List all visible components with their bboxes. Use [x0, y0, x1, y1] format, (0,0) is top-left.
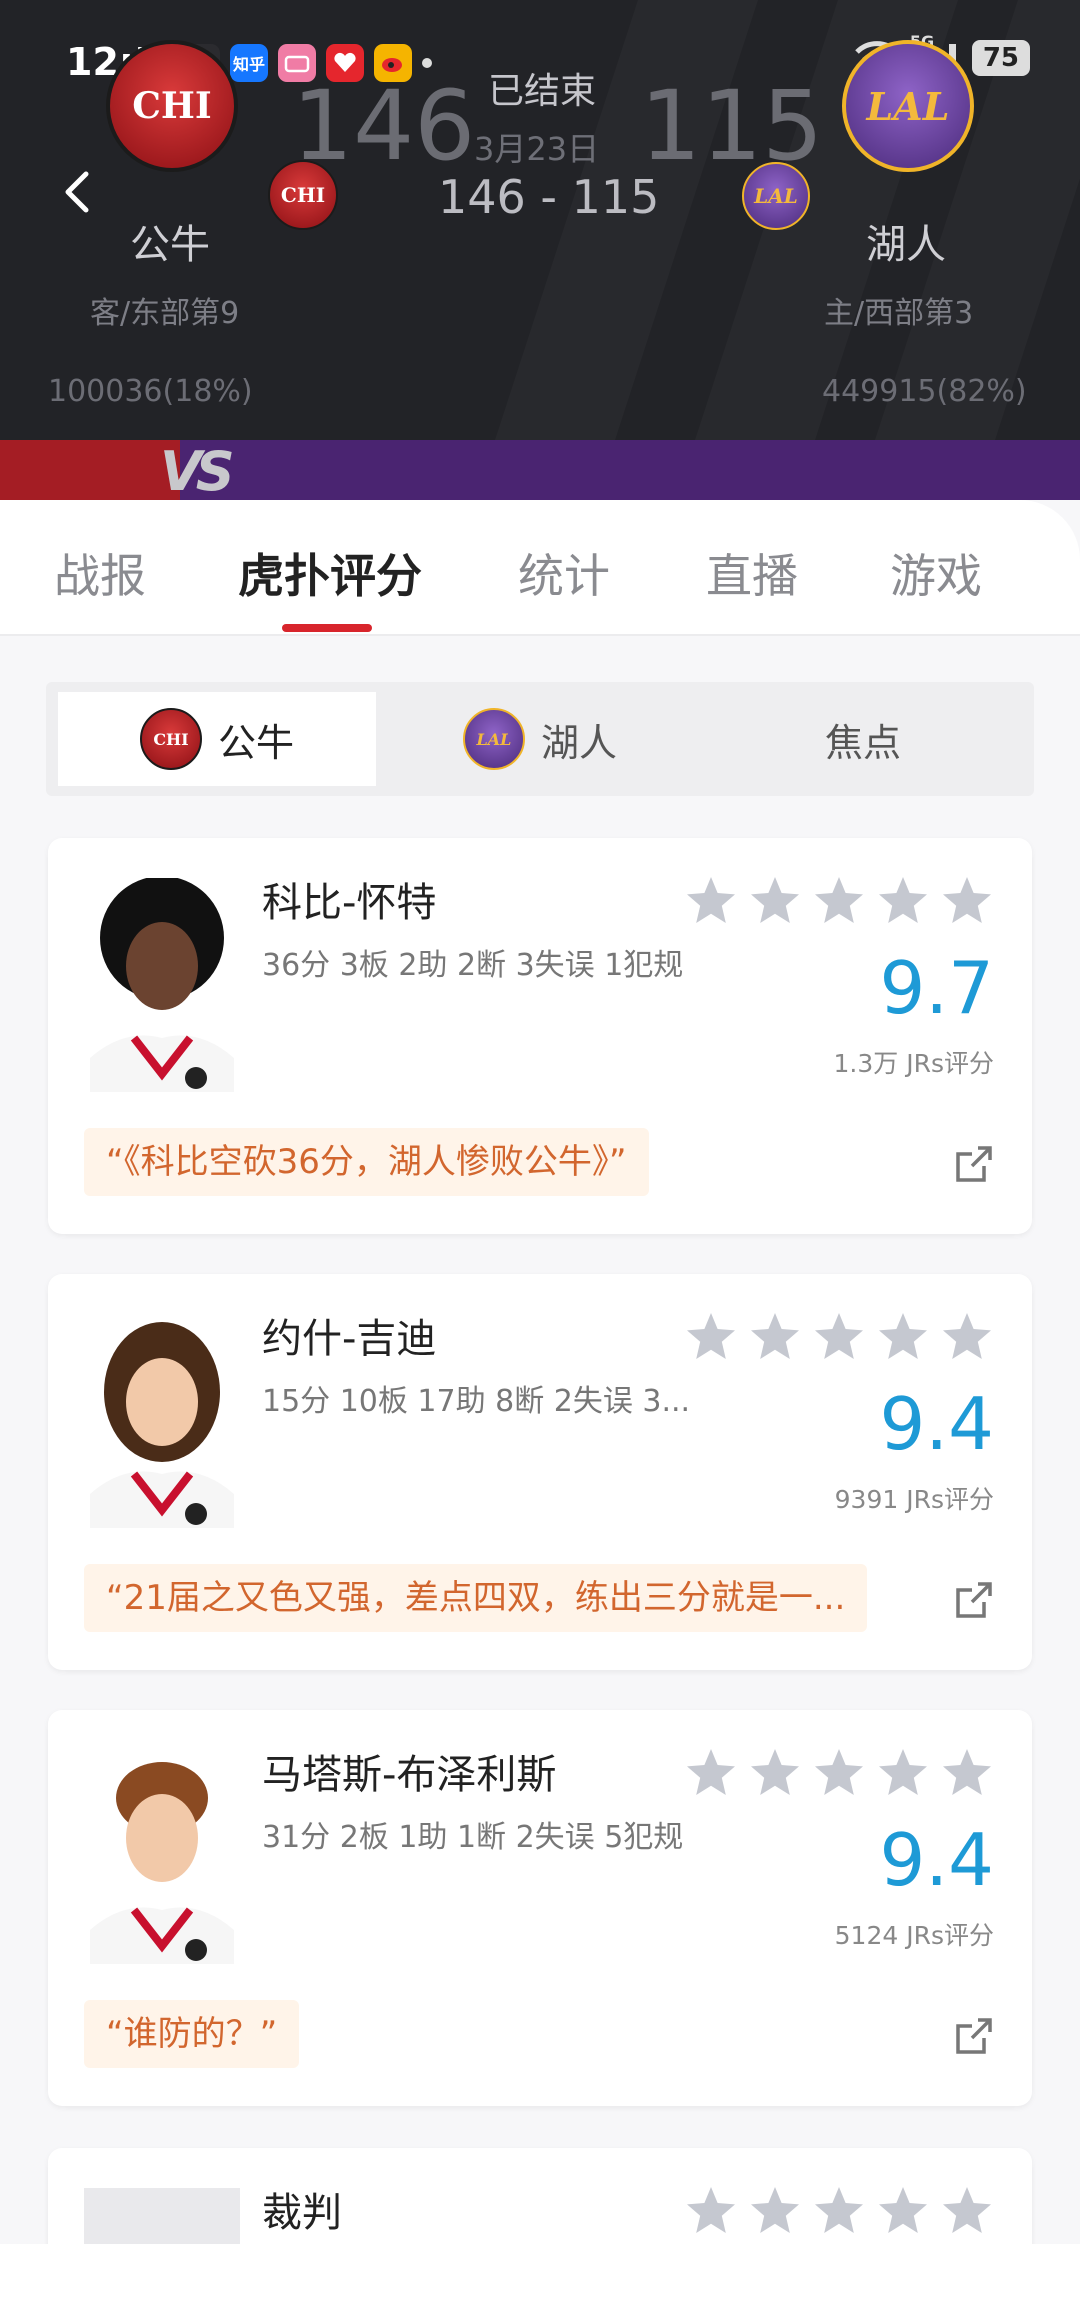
segment-bulls[interactable]: CHI 公牛 — [58, 692, 376, 786]
player-avatar — [84, 1314, 240, 1528]
home-team-logo[interactable]: LAL — [842, 40, 974, 172]
game-header: 12:59 知乎 5G 75 CHI 公 — [0, 0, 1080, 500]
player-card[interactable]: 马塔斯-布泽利斯 31分 2板 1助 1断 2失误 5犯规 9.4 5124 JRs评… — [48, 1710, 1032, 2106]
player-name: 科比-怀特 — [262, 880, 437, 926]
player-name: 马塔斯-布泽利斯 — [262, 1752, 557, 1798]
battery-indicator: 75 — [971, 40, 1030, 76]
zhihu-icon: 知乎 — [230, 44, 268, 82]
bulls-logo-icon: CHI — [139, 708, 202, 770]
star-icon[interactable] — [876, 1746, 930, 1800]
game-status: 已结束 — [488, 71, 597, 112]
tab-hupu-rating[interactable]: 虎扑评分 — [238, 540, 422, 606]
star-icon[interactable] — [748, 2184, 802, 2238]
share-icon[interactable] — [954, 2016, 994, 2056]
star-icon[interactable] — [876, 874, 930, 928]
away-team-votes: 100036(18%) — [48, 374, 253, 409]
tab-battle-report[interactable]: 战报 — [54, 540, 146, 606]
player-stats: 31分 2板 1助 1断 2失误 5犯规 — [262, 1820, 684, 1855]
segment-lakers[interactable]: LAL 湖人 — [376, 692, 704, 786]
star-icon[interactable] — [748, 1746, 802, 1800]
home-team-votes: 449915(82%) — [822, 374, 1027, 409]
vs-label: VS — [160, 440, 235, 500]
star-icon[interactable] — [812, 2184, 866, 2238]
system-nav-bar — [0, 2244, 1080, 2301]
star-icon[interactable] — [876, 1310, 930, 1364]
active-tab-indicator — [282, 624, 372, 632]
segment-label: 公牛 — [217, 720, 294, 765]
rating-stars[interactable] — [684, 1310, 994, 1364]
star-icon[interactable] — [684, 2184, 738, 2238]
game-date: 3月23日 — [474, 130, 600, 168]
player-score: 9.4 — [879, 1818, 994, 1902]
player-card[interactable]: 科比-怀特 36分 3板 2助 2断 3失误 1犯规 9.7 1.3万 JRs评分 “《… — [48, 838, 1032, 1234]
compact-away-logo: CHI — [268, 160, 338, 230]
back-arrow-icon[interactable] — [56, 170, 100, 214]
tab-live[interactable]: 直播 — [706, 540, 798, 606]
rating-count: 9391 JRs评分 — [834, 1485, 994, 1514]
rating-stars[interactable] — [684, 1746, 994, 1800]
rating-count: 5124 JRs评分 — [834, 1921, 994, 1950]
player-avatar — [84, 1750, 240, 1964]
player-avatar — [84, 878, 240, 1092]
top-comment[interactable]: “《科比空砍36分，湖人惨败公牛》” — [84, 1128, 649, 1196]
star-icon[interactable] — [684, 874, 738, 928]
rating-count: 1.3万 JRs评分 — [833, 1049, 994, 1078]
star-icon[interactable] — [812, 874, 866, 928]
star-icon[interactable] — [876, 2184, 930, 2238]
player-card[interactable]: 约什-吉迪 15分 10板 17助 8断 2失误 3... 9.4 9391 JRs评… — [48, 1274, 1032, 1670]
share-icon[interactable] — [954, 1144, 994, 1184]
away-vote-bar — [0, 440, 180, 500]
star-icon[interactable] — [812, 1310, 866, 1364]
home-vote-bar — [180, 440, 1080, 500]
player-score: 9.7 — [879, 946, 994, 1030]
tab-stats[interactable]: 统计 — [518, 540, 610, 606]
team-segment-control: CHI 公牛 LAL 湖人 焦点 — [46, 682, 1034, 796]
main-tabs: 战报 虎扑评分 统计 直播 游戏 — [0, 500, 1080, 636]
home-team-name: 湖人 — [866, 222, 946, 268]
star-icon[interactable] — [684, 1746, 738, 1800]
star-icon[interactable] — [940, 1746, 994, 1800]
star-icon[interactable] — [940, 2184, 994, 2238]
star-icon[interactable] — [748, 1310, 802, 1364]
tab-game[interactable]: 游戏 — [890, 540, 982, 606]
star-icon[interactable] — [812, 1746, 866, 1800]
share-icon[interactable] — [954, 1580, 994, 1620]
star-icon[interactable] — [940, 1310, 994, 1364]
top-comment[interactable]: “谁防的？” — [84, 2000, 300, 2068]
rating-stars[interactable] — [684, 2184, 994, 2238]
home-team-rank: 主/西部第3 — [824, 296, 974, 331]
top-comment[interactable]: “21届之又色又强，差点四双，练出三分就是一... — [84, 1564, 868, 1632]
compact-score: 146 - 115 — [438, 170, 660, 224]
away-team-rank: 客/东部第9 — [90, 296, 240, 331]
lakers-logo-icon: LAL — [462, 708, 525, 770]
segment-label: 湖人 — [540, 720, 617, 765]
player-score: 9.4 — [879, 1382, 994, 1466]
away-team-logo[interactable]: CHI — [106, 40, 238, 172]
rating-stars[interactable] — [684, 874, 994, 928]
star-icon[interactable] — [940, 874, 994, 928]
player-name: 裁判 — [262, 2190, 342, 2236]
notification-dot — [422, 58, 432, 68]
segment-focus[interactable]: 焦点 — [704, 692, 1022, 786]
player-stats: 15分 10板 17助 8断 2失误 3... — [262, 1384, 691, 1419]
player-name: 约什-吉迪 — [262, 1316, 437, 1362]
compact-home-logo: LAL — [742, 162, 810, 230]
away-team-name: 公牛 — [130, 222, 210, 268]
segment-label: 焦点 — [824, 720, 901, 765]
home-score: 115 — [640, 70, 824, 182]
player-stats: 36分 3板 2助 2断 3失误 1犯规 — [262, 948, 684, 983]
star-icon[interactable] — [748, 874, 802, 928]
star-icon[interactable] — [684, 1310, 738, 1364]
